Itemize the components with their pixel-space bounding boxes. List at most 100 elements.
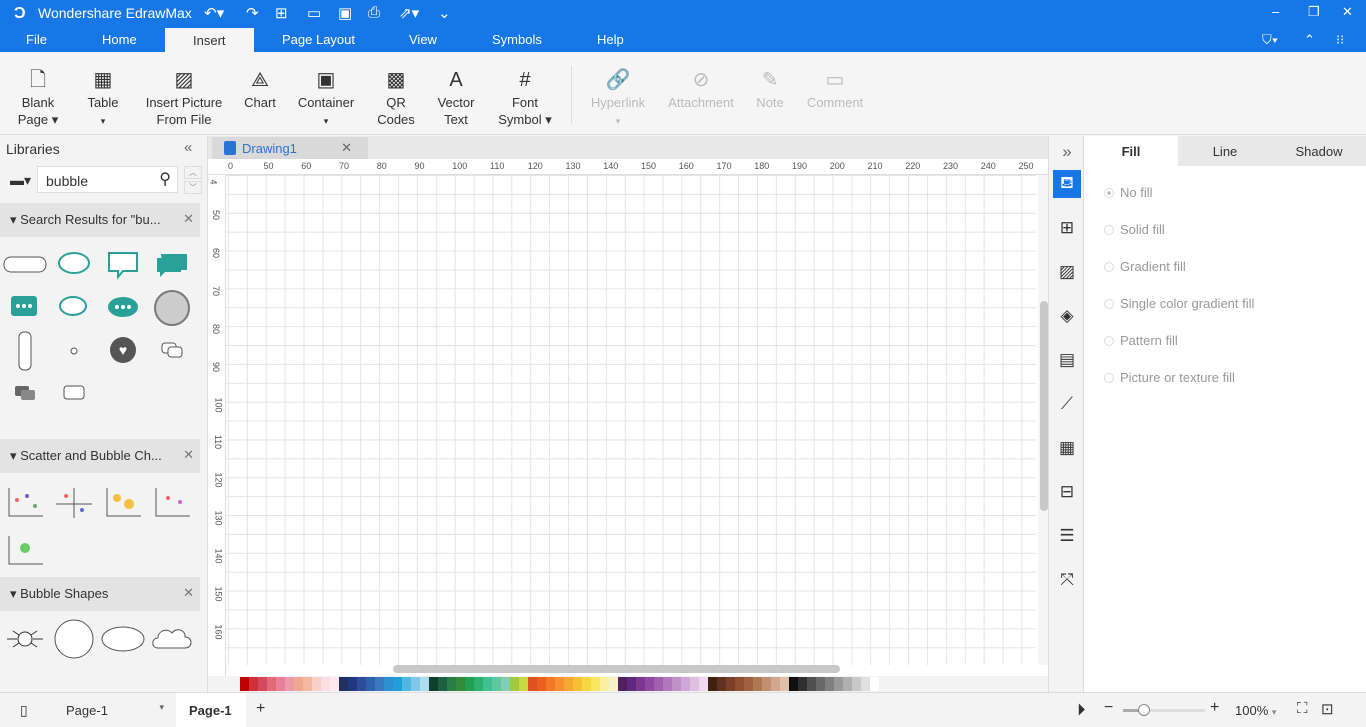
color-swatch[interactable]: [843, 677, 852, 691]
radio-icon[interactable]: [1104, 336, 1114, 346]
outline-icon[interactable]: ☰: [1053, 522, 1081, 550]
color-swatch[interactable]: [276, 677, 285, 691]
shape-small-circle[interactable]: [52, 332, 96, 370]
close-icon[interactable]: ✕: [183, 447, 194, 463]
zoom-in-icon[interactable]: +: [1210, 699, 1219, 717]
shape-double-oval-callout[interactable]: [52, 289, 96, 327]
color-swatch[interactable]: [789, 677, 798, 691]
color-swatch[interactable]: [636, 677, 645, 691]
color-swatch[interactable]: [465, 677, 474, 691]
more-icon[interactable]: ⁝⁝: [1336, 32, 1344, 48]
shape-dots-callout[interactable]: [3, 289, 47, 327]
color-swatch[interactable]: [267, 677, 276, 691]
fill-option[interactable]: Picture or texture fill: [1104, 370, 1235, 385]
shape-double-callout[interactable]: [150, 246, 194, 284]
close-button[interactable]: ✕: [1342, 4, 1353, 20]
shape-bubble-chart[interactable]: [101, 484, 145, 522]
expand-panel-icon[interactable]: »: [1053, 138, 1081, 166]
color-swatch[interactable]: [618, 677, 627, 691]
color-swatch[interactable]: [438, 677, 447, 691]
radio-icon[interactable]: [1104, 299, 1114, 309]
color-swatch[interactable]: [456, 677, 465, 691]
library-section-header[interactable]: ▾ Scatter and Bubble Ch... ✕: [0, 439, 200, 473]
zoom-slider[interactable]: [1123, 709, 1205, 712]
color-swatch[interactable]: [591, 677, 600, 691]
redo-icon[interactable]: ↷: [246, 4, 259, 22]
zoom-level[interactable]: 100% ▾: [1235, 703, 1276, 718]
menu-symbols[interactable]: Symbols: [492, 32, 542, 47]
shape-chat-icon[interactable]: [150, 332, 194, 370]
color-swatch[interactable]: [249, 677, 258, 691]
shape-bubble-chart[interactable]: [3, 532, 47, 570]
color-swatch[interactable]: [519, 677, 528, 691]
document-tab[interactable]: Drawing1 ✕: [212, 137, 368, 159]
color-swatch[interactable]: [816, 677, 825, 691]
chart-icon[interactable]: ⟋: [1053, 390, 1081, 418]
shape-ellipse[interactable]: [101, 620, 145, 658]
menu-file[interactable]: File: [26, 32, 47, 47]
color-swatch[interactable]: [780, 677, 789, 691]
layers-icon[interactable]: ◈: [1053, 302, 1081, 330]
close-icon[interactable]: ✕: [183, 585, 194, 601]
shape-scatter-chart[interactable]: [3, 484, 47, 522]
fill-option[interactable]: Gradient fill: [1104, 259, 1186, 274]
color-swatch[interactable]: [717, 677, 726, 691]
export-icon[interactable]: ⇗▾: [399, 4, 419, 22]
collapse-panel-icon[interactable]: «: [184, 139, 192, 156]
color-swatch[interactable]: [447, 677, 456, 691]
ribbon-button-font-symbol[interactable]: # Font Symbol ▾: [475, 68, 575, 128]
open-folder-icon[interactable]: ▭: [307, 4, 321, 22]
color-swatch[interactable]: [384, 677, 393, 691]
fill-option[interactable]: Solid fill: [1104, 222, 1165, 237]
color-swatch[interactable]: [681, 677, 690, 691]
fit-icon[interactable]: ⤧: [1053, 566, 1081, 594]
shape-scatter-chart[interactable]: [52, 484, 96, 522]
color-swatch[interactable]: [474, 677, 483, 691]
color-swatch[interactable]: [654, 677, 663, 691]
radio-icon[interactable]: [1104, 225, 1114, 235]
fill-option[interactable]: No fill: [1104, 185, 1153, 200]
tab-shadow[interactable]: Shadow: [1272, 136, 1366, 166]
color-swatch[interactable]: [834, 677, 843, 691]
color-swatch[interactable]: [339, 677, 348, 691]
color-swatch[interactable]: [798, 677, 807, 691]
undo-icon[interactable]: ↶▾: [204, 4, 224, 22]
color-swatch[interactable]: [708, 677, 717, 691]
color-swatch[interactable]: [852, 677, 861, 691]
shape-heart-bubble[interactable]: ♥: [101, 332, 145, 370]
color-swatch[interactable]: [564, 677, 573, 691]
fullscreen-icon[interactable]: ⛶: [1297, 700, 1308, 717]
minimize-button[interactable]: –: [1272, 4, 1279, 19]
color-swatch[interactable]: [555, 677, 564, 691]
color-swatch[interactable]: [402, 677, 411, 691]
ribbon-button-comment[interactable]: ▭ Comment: [785, 68, 885, 111]
shape-square-callout[interactable]: [101, 246, 145, 284]
color-swatch[interactable]: [753, 677, 762, 691]
zoom-out-icon[interactable]: −: [1104, 699, 1113, 717]
collapse-ribbon-icon[interactable]: ⌃: [1304, 32, 1315, 48]
color-swatch[interactable]: [771, 677, 780, 691]
fit-width-icon[interactable]: ⊡: [1321, 700, 1334, 718]
new-icon[interactable]: ⊞: [275, 4, 288, 22]
fill-option[interactable]: Single color gradient fill: [1104, 296, 1254, 311]
menu-home[interactable]: Home: [102, 32, 137, 47]
shape-chat-filled[interactable]: [3, 375, 47, 413]
color-swatch[interactable]: [375, 677, 384, 691]
zoom-slider-thumb[interactable]: [1138, 704, 1150, 716]
symbols-grid-icon[interactable]: ⊞: [1053, 214, 1081, 242]
tab-fill[interactable]: Fill: [1084, 136, 1178, 166]
color-swatch[interactable]: [870, 677, 879, 691]
color-swatch[interactable]: [501, 677, 510, 691]
drawing-canvas[interactable]: [226, 175, 1036, 665]
menu-help[interactable]: Help: [597, 32, 624, 47]
horizontal-scroll-thumb[interactable]: [393, 665, 840, 673]
page-icon[interactable]: ▤: [1053, 346, 1081, 374]
scroll-down-button[interactable]: ﹀: [184, 181, 202, 194]
floor-plan-icon[interactable]: ⊟: [1053, 478, 1081, 506]
color-swatch[interactable]: [726, 677, 735, 691]
color-swatch[interactable]: [258, 677, 267, 691]
color-swatch[interactable]: [393, 677, 402, 691]
library-manage-icon[interactable]: ▬▾: [10, 172, 31, 189]
shape-burst-bubble[interactable]: [3, 620, 47, 658]
color-swatch[interactable]: [321, 677, 330, 691]
